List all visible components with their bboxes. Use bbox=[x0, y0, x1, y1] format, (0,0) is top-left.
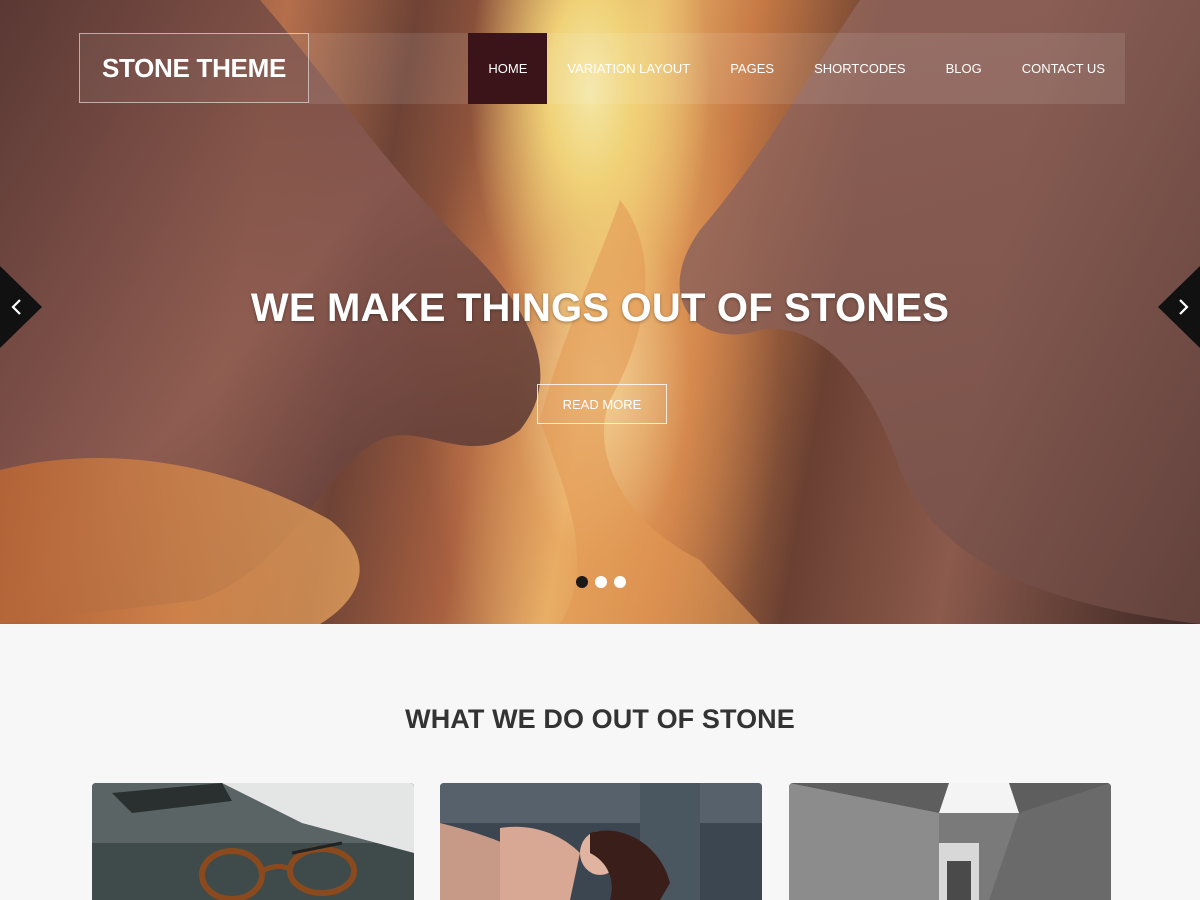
slider-prev-button[interactable] bbox=[0, 266, 42, 348]
services-section-title: WHAT WE DO OUT OF STONE bbox=[405, 704, 795, 734]
read-more-button[interactable]: READ MORE bbox=[537, 384, 667, 424]
woman-portrait-image bbox=[440, 783, 762, 900]
service-card-image-2[interactable] bbox=[440, 783, 762, 900]
glasses-laptop-image bbox=[92, 783, 414, 900]
chevron-left-icon bbox=[0, 266, 42, 348]
logo-text: STONE THEME bbox=[101, 52, 287, 83]
site-logo[interactable]: STONE THEME bbox=[79, 33, 309, 103]
service-card-image-1[interactable] bbox=[92, 783, 414, 900]
slider-pagination bbox=[576, 576, 626, 588]
nav-item-blog[interactable]: BLOG bbox=[926, 33, 1002, 104]
service-card-image-3[interactable] bbox=[789, 783, 1111, 900]
nav-item-variation-layout[interactable]: VARIATION LAYOUT bbox=[547, 33, 710, 104]
slider-dot-3[interactable] bbox=[614, 576, 626, 588]
hero-slider: STONE THEME HOME VARIATION LAYOUT PAGES … bbox=[0, 0, 1200, 624]
nav-item-pages[interactable]: PAGES bbox=[710, 33, 794, 104]
slide-title: WE MAKE THINGS OUT OF STONES bbox=[250, 286, 950, 330]
slider-dot-2[interactable] bbox=[595, 576, 607, 588]
nav-item-shortcodes[interactable]: SHORTCODES bbox=[794, 33, 926, 104]
main-navigation: HOME VARIATION LAYOUT PAGES SHORTCODES B… bbox=[309, 33, 1125, 104]
slider-next-button[interactable] bbox=[1158, 266, 1200, 348]
chevron-right-icon bbox=[1158, 266, 1200, 348]
stone-architecture-image bbox=[789, 783, 1111, 900]
nav-item-home[interactable]: HOME bbox=[468, 33, 548, 104]
slider-dot-1[interactable] bbox=[576, 576, 588, 588]
nav-item-contact-us[interactable]: CONTACT US bbox=[1002, 33, 1125, 104]
